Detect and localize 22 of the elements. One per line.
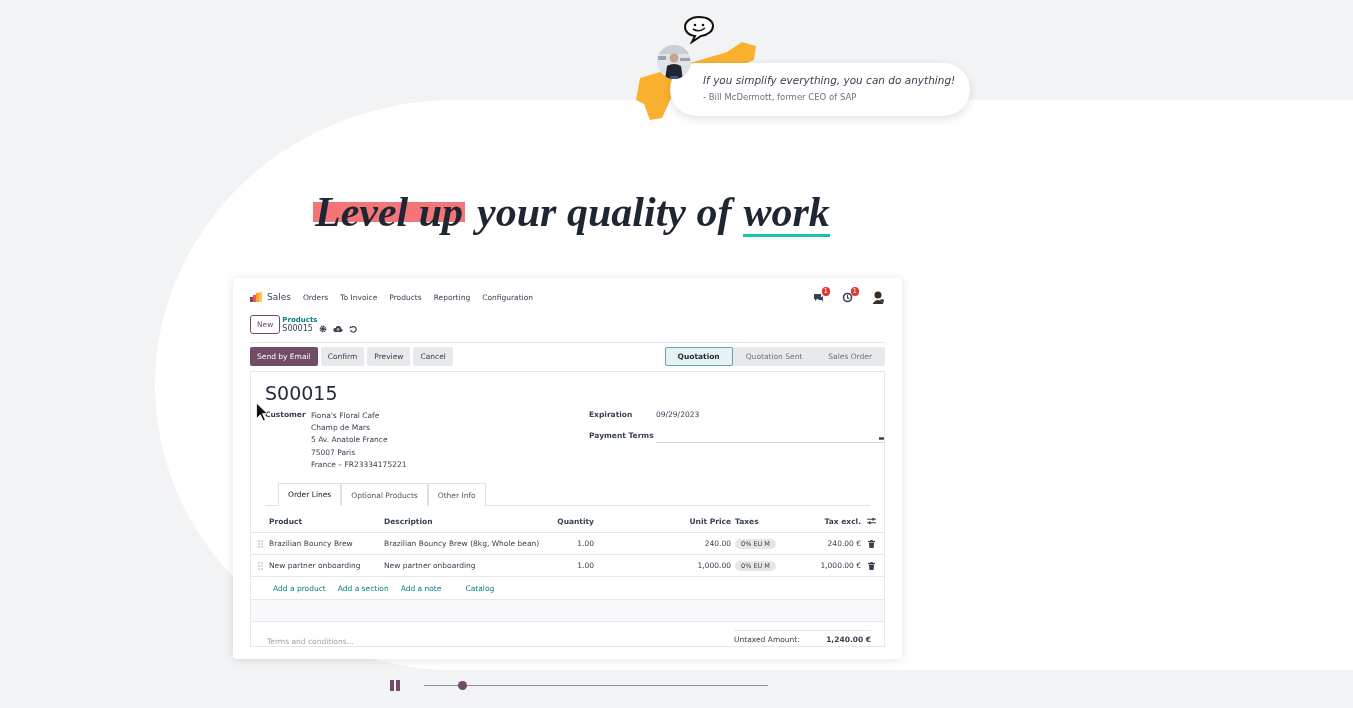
headline-text: work bbox=[743, 190, 830, 237]
gear-icon bbox=[318, 324, 327, 333]
undo-icon bbox=[348, 324, 357, 333]
quote-text: If you simplify everything, you can do anything! bbox=[703, 73, 957, 87]
dropdown-icon bbox=[879, 437, 884, 440]
record-name: S00015 bbox=[282, 324, 313, 333]
user-avatar-icon bbox=[871, 290, 885, 304]
cloud-upload-icon bbox=[332, 324, 343, 333]
drag-handle-icon bbox=[257, 561, 263, 570]
progress-thumb[interactable] bbox=[457, 681, 467, 690]
clock-icon bbox=[842, 291, 853, 303]
drag-handle-icon bbox=[257, 539, 263, 548]
pause-button[interactable] bbox=[390, 680, 400, 691]
trash-icon bbox=[868, 539, 875, 548]
trash-icon bbox=[868, 561, 875, 570]
column-settings-icon bbox=[867, 517, 876, 525]
speech-bubble-icon bbox=[682, 14, 716, 44]
chat-icon bbox=[813, 291, 824, 303]
app-name[interactable]: Sales bbox=[267, 292, 291, 302]
record-title: S00015 bbox=[264, 382, 339, 404]
quote-author: - Bill McDermott, former CEO of SAP bbox=[703, 92, 858, 102]
app-logo-icon bbox=[250, 292, 262, 302]
